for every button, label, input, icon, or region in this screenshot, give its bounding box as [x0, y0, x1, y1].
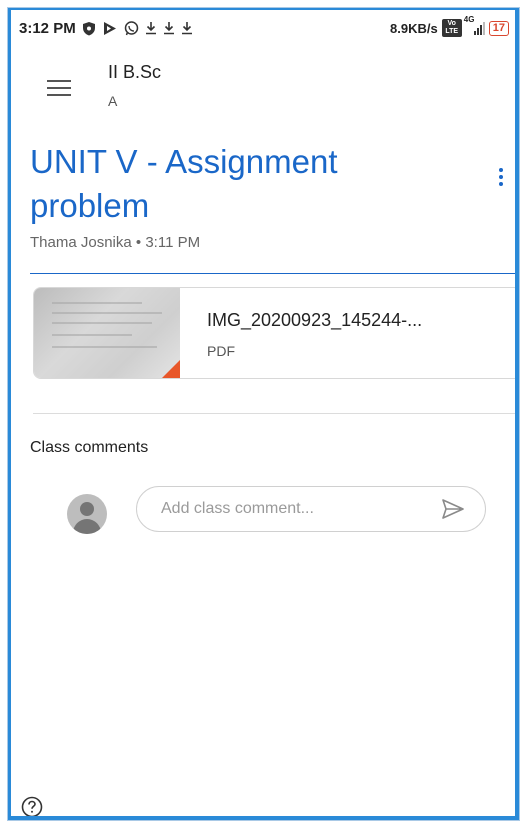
shield-icon	[82, 21, 95, 35]
battery-icon: 17	[488, 20, 509, 36]
status-left: 3:12 PM	[19, 20, 193, 37]
class-name: II B.Sc	[108, 62, 162, 82]
attachment-type: PDF	[207, 343, 235, 359]
avatar-head	[80, 502, 94, 516]
volte-icon: Vo LTE	[441, 19, 462, 37]
menu-icon-bar	[47, 94, 71, 96]
attachment-card[interactable]: IMG_20200923_145244-... PDF	[33, 287, 515, 379]
status-right: 8.9KB/s Vo LTE 4G 17	[390, 15, 509, 37]
download-icon	[163, 22, 174, 35]
more-options-button[interactable]	[496, 168, 506, 194]
class-section: A	[108, 93, 118, 109]
more-vert-icon	[499, 168, 503, 172]
status-time: 3:12 PM	[19, 19, 76, 37]
status-bar: 3:12 PM 8.9KB/s Vo LTE 4G 17	[11, 10, 515, 46]
more-vert-dot	[499, 175, 503, 179]
more-vert-dot	[499, 182, 503, 186]
network-type: 4G	[463, 15, 475, 24]
help-icon	[21, 796, 43, 816]
play-icon	[103, 21, 116, 35]
menu-button[interactable]	[47, 80, 71, 100]
post-time: 3:11 PM	[145, 234, 201, 251]
app-bar: II B.Sc A	[11, 46, 515, 122]
attachment-thumbnail	[34, 288, 180, 378]
thumb-line	[52, 334, 132, 336]
pdf-badge-icon	[162, 360, 180, 378]
signal-icon: 4G	[464, 15, 485, 35]
avatar-body	[73, 519, 101, 534]
thumb-line	[52, 346, 157, 348]
avatar	[67, 494, 107, 534]
thumb-line	[52, 312, 162, 314]
help-button[interactable]	[21, 796, 43, 816]
network-speed: 8.9KB/s	[390, 20, 438, 36]
download-icon	[145, 22, 156, 35]
title-divider	[30, 273, 515, 274]
class-comments-label: Class comments	[30, 439, 149, 456]
download-icon	[181, 22, 192, 35]
thumb-line	[52, 322, 152, 324]
whatsapp-icon	[124, 20, 138, 35]
meta-separator: •	[135, 234, 142, 251]
attachment-name: IMG_20200923_145244-...	[207, 310, 423, 330]
menu-icon	[47, 80, 71, 82]
app-screen: 3:12 PM 8.9KB/s Vo LTE 4G 17 II B.Sc A U…	[8, 8, 519, 820]
notification-icons	[82, 20, 193, 36]
post-title: UNIT V - Assignment problem	[30, 143, 338, 224]
thumb-line	[52, 302, 142, 304]
section-divider	[33, 413, 515, 414]
post-meta: Thama Josnika • 3:11 PM	[30, 234, 200, 251]
post-author: Thama Josnika	[30, 234, 132, 251]
class-comment-input[interactable]	[136, 486, 486, 532]
send-icon	[442, 499, 464, 519]
send-button[interactable]	[441, 498, 465, 520]
menu-icon-bar	[47, 87, 71, 89]
